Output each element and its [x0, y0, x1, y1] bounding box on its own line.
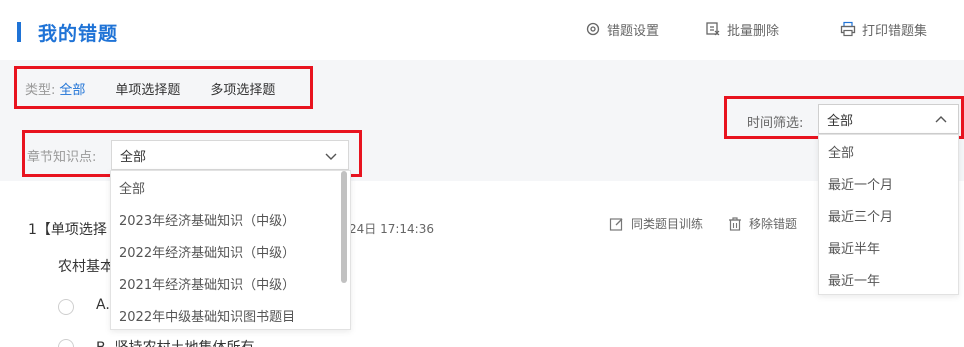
similar-question-training-button[interactable]: 同类题目训练 — [609, 215, 703, 232]
question-timestamp: 24日 17:14:36 — [349, 222, 434, 236]
batch-delete-button[interactable]: 批量删除 — [705, 18, 779, 40]
question-stem: 农村基本 — [58, 259, 114, 275]
option-a-radio[interactable] — [58, 299, 74, 315]
page-title: 我的错题 — [38, 23, 119, 45]
wrong-question-settings-button[interactable]: 错题设置 — [585, 18, 659, 40]
chapter-dropdown-menu: 全部 2023年经济基础知识（中级） 2022年经济基础知识（中级） 2021年… — [110, 170, 351, 330]
remove-label: 移除错题 — [749, 217, 798, 231]
time-dropdown-menu: 全部 最近一个月 最近三个月 最近半年 最近一年 — [818, 134, 959, 295]
highlight-box-type-filter — [14, 66, 313, 109]
trash-icon — [729, 216, 741, 231]
printer-icon — [840, 21, 856, 37]
dropdown-scrollbar[interactable] — [341, 171, 347, 283]
batch-delete-icon — [706, 22, 720, 36]
chapter-option[interactable]: 全部 — [119, 178, 145, 197]
title-accent-bar — [17, 22, 21, 42]
settings-label: 错题设置 — [607, 23, 660, 39]
time-option[interactable]: 最近一个月 — [828, 174, 893, 193]
similar-training-label: 同类题目训练 — [631, 217, 704, 231]
time-option[interactable]: 全部 — [828, 142, 854, 161]
highlight-box-time-filter — [724, 96, 964, 139]
chapter-option[interactable]: 2021年经济基础知识（中级） — [119, 274, 295, 293]
time-option[interactable]: 最近一年 — [828, 270, 880, 289]
edit-icon — [609, 217, 623, 231]
print-wrong-questions-button[interactable]: 打印错题集 — [840, 18, 927, 40]
header: 我的错题 错题设置 批量删除 打印错题集 — [0, 0, 964, 60]
remove-wrong-question-button[interactable]: 移除错题 — [727, 215, 797, 232]
gear-icon — [586, 22, 600, 36]
batch-delete-label: 批量删除 — [727, 23, 780, 39]
time-option[interactable]: 最近半年 — [828, 238, 880, 257]
print-label: 打印错题集 — [862, 23, 928, 39]
chapter-option[interactable]: 2023年经济基础知识（中级） — [119, 210, 295, 229]
chapter-option[interactable]: 2022年经济基础知识（中级） — [119, 242, 295, 261]
time-option[interactable]: 最近三个月 — [828, 206, 893, 225]
option-b-text: B. 坚持农村土地集体所有 — [96, 337, 255, 347]
chapter-option[interactable]: 2022年中级基础知识图书题目 — [119, 306, 295, 325]
question-header: 1【单项选择 — [28, 222, 107, 238]
option-a-text: A. — [96, 297, 110, 313]
